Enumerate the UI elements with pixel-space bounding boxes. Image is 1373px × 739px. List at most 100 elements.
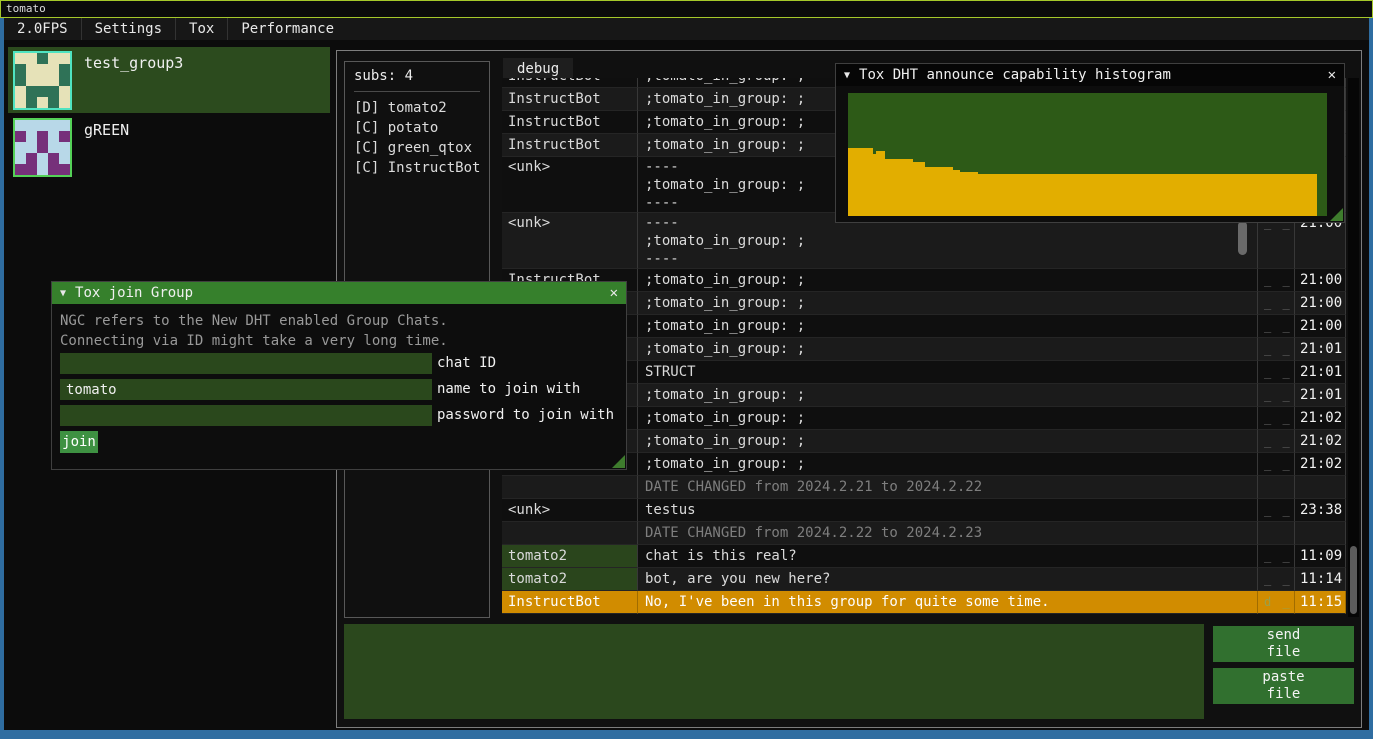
join-group-dialog: ▼ Tox join Group ✕ NGC refers to the New… [51, 281, 627, 470]
table-row[interactable]: InstructBotSTRUCT_ _21:01 [502, 361, 1346, 384]
avatar-pixel [59, 131, 70, 142]
table-row[interactable]: DATE CHANGED from 2024.2.21 to 2024.2.22 [502, 476, 1346, 499]
close-icon[interactable]: ✕ [610, 285, 618, 301]
collapse-arrow-icon[interactable]: ▼ [60, 288, 66, 299]
table-row[interactable]: InstructBot;tomato_in_group: ;_ _21:01 [502, 384, 1346, 407]
message-input[interactable] [344, 624, 1204, 719]
message-flags: _ _ [1258, 568, 1295, 591]
message-flags: _ _ [1258, 338, 1295, 361]
table-row[interactable]: DATE CHANGED from 2024.2.22 to 2024.2.23 [502, 522, 1346, 545]
avatar-pixel [59, 120, 70, 131]
message-flags: _ _ [1258, 499, 1295, 522]
table-row[interactable]: InstructBot;tomato_in_group: ;_ _21:00 [502, 315, 1346, 338]
message-text: ;tomato_in_group: ; [638, 292, 1258, 315]
avatar-pixel [59, 75, 70, 86]
subs-title: subs: 4 [354, 68, 480, 84]
message-timestamp: 21:01 [1295, 338, 1346, 361]
menu-item-tox[interactable]: Tox [176, 18, 227, 40]
table-row[interactable]: InstructBot;tomato_in_group: ;_ _21:00 [502, 292, 1346, 315]
member-item[interactable]: [D] tomato2 [354, 98, 480, 118]
avatar-pixel [37, 75, 48, 86]
join-field-chat-id[interactable] [60, 353, 432, 374]
join-button[interactable]: join [60, 431, 98, 453]
message-text: ;tomato_in_group: ; [638, 453, 1258, 476]
histogram-bar [960, 172, 978, 216]
message-flags: d _ [1258, 591, 1295, 614]
resize-grip-icon[interactable] [612, 455, 625, 468]
avatar-pixel [15, 86, 26, 97]
message-text: ;tomato_in_group: ; [638, 384, 1258, 407]
menu-item-performance[interactable]: Performance [228, 18, 347, 40]
avatar-pixel [48, 142, 59, 153]
collapse-arrow-icon[interactable]: ▼ [844, 70, 850, 81]
menu-item-2-0fps[interactable]: 2.0FPS [4, 18, 81, 40]
message-flags: _ _ [1258, 453, 1295, 476]
avatar-pixel [37, 53, 48, 64]
avatar-pixel [26, 75, 37, 86]
table-row[interactable]: InstructBot;tomato_in_group: ;_ _21:02 [502, 407, 1346, 430]
avatar-pixels [15, 120, 70, 175]
message-timestamp: 11:15 [1295, 591, 1346, 614]
message-timestamp: 21:02 [1295, 430, 1346, 453]
histogram-bar [925, 167, 953, 216]
message-sender: tomato2 [502, 545, 638, 568]
message-sender: <unk> [502, 499, 638, 522]
avatar-pixel [37, 164, 48, 175]
send-file-button[interactable]: send file [1213, 626, 1354, 662]
os-frame-left [0, 18, 4, 739]
avatar-pixel [59, 53, 70, 64]
paste-file-button[interactable]: paste file [1213, 668, 1354, 704]
message-timestamp: 21:01 [1295, 384, 1346, 407]
table-row[interactable]: InstructBot;tomato_in_group: ;_ _21:02 [502, 430, 1346, 453]
message-text: ;tomato_in_group: ; [638, 430, 1258, 453]
resize-grip-icon[interactable] [1330, 208, 1343, 221]
message-sender: InstructBot [502, 111, 638, 134]
close-icon[interactable]: ✕ [1328, 67, 1336, 83]
sidebar-item-gREEN[interactable]: gREEN [8, 114, 330, 180]
join-group-title: Tox join Group [75, 285, 193, 301]
sidebar-item-test_group3[interactable]: test_group3 [8, 47, 330, 113]
avatar-pixel [48, 53, 59, 64]
dht-histogram-titlebar[interactable]: ▼ Tox DHT announce capability histogram … [836, 64, 1344, 86]
table-row[interactable]: <unk>testus_ _23:38 [502, 499, 1346, 522]
avatar-pixel [48, 131, 59, 142]
avatar-pixel [37, 153, 48, 164]
message-scrollbar-thumb[interactable] [1238, 221, 1247, 255]
message-sender: <unk> [502, 157, 638, 213]
join-field-name-to-join-with[interactable] [60, 379, 432, 400]
table-row[interactable]: InstructBotNo, I've been in this group f… [502, 591, 1346, 614]
join-group-description: NGC refers to the New DHT enabled Group … [60, 311, 448, 351]
os-titlebar[interactable]: tomato [0, 0, 1373, 18]
message-sender [502, 476, 638, 499]
table-row[interactable]: InstructBot;tomato_in_group: ;_ _21:01 [502, 338, 1346, 361]
avatar-pixel [26, 64, 37, 75]
avatar-pixel [26, 97, 37, 108]
histogram-bar [978, 174, 1317, 216]
chat-scrollbar-thumb[interactable] [1350, 546, 1357, 614]
join-group-titlebar[interactable]: ▼ Tox join Group ✕ [52, 282, 626, 304]
member-item[interactable]: [C] potato [354, 118, 480, 138]
os-window-title: tomato [6, 2, 46, 15]
table-row[interactable]: tomato2bot, are you new here?_ _11:14 [502, 568, 1346, 591]
member-item[interactable]: [C] green_qtox [354, 138, 480, 158]
avatar-pixel [37, 142, 48, 153]
avatar-pixel [26, 86, 37, 97]
member-item[interactable]: [C] InstructBot [354, 158, 480, 178]
message-timestamp [1295, 476, 1346, 499]
menu-item-settings[interactable]: Settings [82, 18, 175, 40]
avatar-pixel [37, 64, 48, 75]
message-timestamp: 21:00 [1295, 292, 1346, 315]
histogram-bar [885, 159, 913, 216]
chat-scrollbar[interactable] [1348, 78, 1359, 617]
avatar-pixel [26, 153, 37, 164]
avatar [13, 118, 72, 177]
join-group-description-line: NGC refers to the New DHT enabled Group … [60, 311, 448, 331]
table-row[interactable]: InstructBot;tomato_in_group: ;_ _21:00 [502, 269, 1346, 292]
table-row[interactable]: tomato2chat is this real?_ _11:09 [502, 545, 1346, 568]
avatar-pixel [26, 120, 37, 131]
avatar-pixel [15, 131, 26, 142]
table-row[interactable]: InstructBot;tomato_in_group: ;_ _21:02 [502, 453, 1346, 476]
join-field-password-to-join-with[interactable] [60, 405, 432, 426]
histogram-bar [953, 170, 960, 216]
message-text: ;tomato_in_group: ; [638, 407, 1258, 430]
